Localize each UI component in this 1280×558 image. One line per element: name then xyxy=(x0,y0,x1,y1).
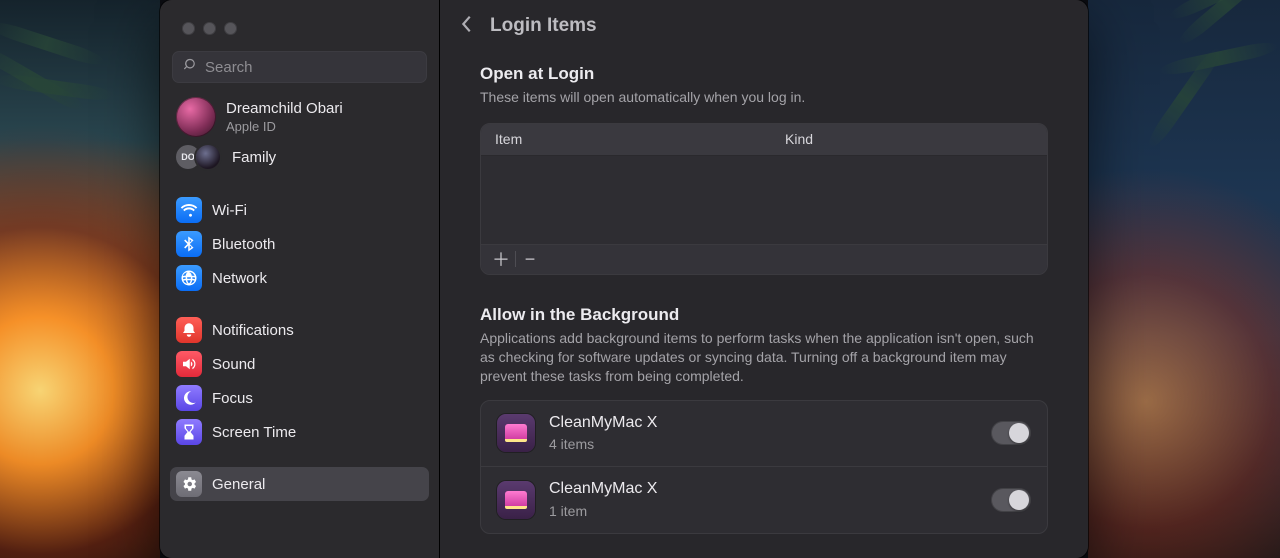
search-icon xyxy=(182,57,198,78)
sidebar-item-label: Sound xyxy=(212,356,255,373)
sidebar-item-label: Notifications xyxy=(212,322,294,339)
background-title: Allow in the Background xyxy=(480,305,1048,325)
account-sub: Apple ID xyxy=(226,119,343,135)
background-item-name: CleanMyMac X xyxy=(549,413,657,434)
sidebar-item-label: Screen Time xyxy=(212,424,296,441)
plus-icon: ＋ xyxy=(492,246,510,272)
add-button[interactable]: ＋ xyxy=(489,247,513,271)
notifications-icon xyxy=(176,317,202,343)
zoom-window-button[interactable] xyxy=(224,22,237,35)
app-icon xyxy=(497,414,535,452)
sound-icon xyxy=(176,351,202,377)
wifi-icon xyxy=(176,197,202,223)
family-avatar xyxy=(196,145,220,169)
login-items-footer: ＋ − xyxy=(481,244,1047,274)
sidebar-item-screentime[interactable]: Screen Time xyxy=(170,415,429,449)
family-avatars: DO xyxy=(176,145,220,169)
back-button[interactable] xyxy=(446,5,488,47)
search-field[interactable] xyxy=(172,51,427,83)
sidebar-item-bluetooth[interactable]: Bluetooth xyxy=(170,227,429,261)
bluetooth-icon xyxy=(176,231,202,257)
account-name: Dreamchild Obari xyxy=(226,100,343,118)
minus-icon: − xyxy=(525,249,536,270)
background-item-row: CleanMyMac X 4 items xyxy=(481,401,1047,467)
open-at-login-desc: These items will open automatically when… xyxy=(480,88,1040,107)
sidebar-item-wifi[interactable]: Wi-Fi xyxy=(170,193,429,227)
allow-toggle[interactable] xyxy=(991,421,1031,445)
settings-pane: Login Items Open at Login These items wi… xyxy=(440,0,1088,558)
background-item-name: CleanMyMac X xyxy=(549,479,657,500)
sidebar-item-network[interactable]: Network xyxy=(170,261,429,295)
separator xyxy=(515,251,516,267)
sidebar-item-label: Focus xyxy=(212,390,253,407)
pane-header: Login Items xyxy=(440,0,1088,52)
avatar xyxy=(176,97,216,137)
system-settings-window: Dreamchild Obari Apple ID DO Family Wi-F… xyxy=(160,0,1088,558)
network-icon xyxy=(176,265,202,291)
login-items-table: Item Kind ＋ − xyxy=(480,123,1048,275)
login-items-body xyxy=(481,156,1047,244)
background-item-sub: 1 item xyxy=(549,502,657,520)
sidebar-item-general[interactable]: General xyxy=(170,467,429,501)
screentime-icon xyxy=(176,419,202,445)
sidebar-item-label: Bluetooth xyxy=(212,236,275,253)
background-item-sub: 4 items xyxy=(549,435,657,453)
table-header: Item Kind xyxy=(481,124,1047,156)
sidebar-item-apple-id[interactable]: Dreamchild Obari Apple ID xyxy=(170,95,429,139)
column-header-kind[interactable]: Kind xyxy=(781,131,813,147)
window-controls xyxy=(160,0,439,49)
open-at-login-title: Open at Login xyxy=(480,64,1048,84)
sidebar-item-label: Wi-Fi xyxy=(212,202,247,219)
background-items-list: CleanMyMac X 4 items CleanMyMac X 1 item xyxy=(480,400,1048,534)
column-header-item[interactable]: Item xyxy=(481,131,781,147)
search-input[interactable] xyxy=(205,59,417,76)
sidebar-item-focus[interactable]: Focus xyxy=(170,381,429,415)
general-icon xyxy=(176,471,202,497)
sidebar: Dreamchild Obari Apple ID DO Family Wi-F… xyxy=(160,0,440,558)
close-window-button[interactable] xyxy=(182,22,195,35)
focus-icon xyxy=(176,385,202,411)
minimize-window-button[interactable] xyxy=(203,22,216,35)
background-item-row: CleanMyMac X 1 item xyxy=(481,467,1047,533)
sidebar-item-sound[interactable]: Sound xyxy=(170,347,429,381)
chevron-left-icon xyxy=(459,13,475,40)
background-desc: Applications add background items to per… xyxy=(480,329,1040,386)
allow-toggle[interactable] xyxy=(991,488,1031,512)
remove-button[interactable]: − xyxy=(518,247,542,271)
sidebar-item-label: General xyxy=(212,476,265,493)
page-title: Login Items xyxy=(490,15,597,37)
app-icon xyxy=(497,481,535,519)
sidebar-item-notifications[interactable]: Notifications xyxy=(170,313,429,347)
sidebar-item-label: Network xyxy=(212,270,267,287)
sidebar-item-label: Family xyxy=(232,149,276,166)
sidebar-item-family[interactable]: DO Family xyxy=(170,139,429,175)
